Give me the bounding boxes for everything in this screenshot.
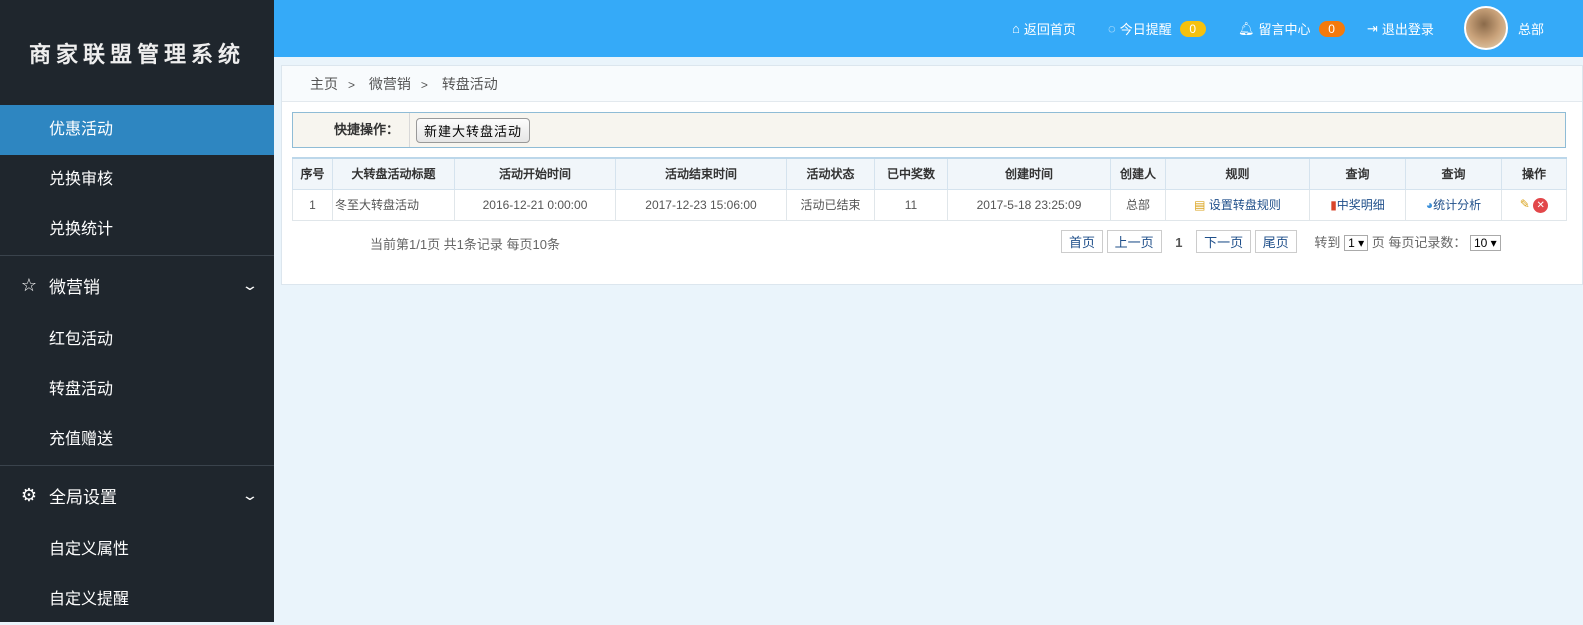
- logout-icon: ⇥: [1367, 20, 1378, 36]
- sidebar-group-marketing[interactable]: ☆ 微营销 ⌄: [0, 255, 274, 315]
- home-icon: ⌂: [1012, 21, 1020, 36]
- avatar[interactable]: [1464, 6, 1508, 50]
- goto-label: 转到: [1314, 235, 1341, 250]
- star-icon: ☆: [20, 275, 38, 295]
- prev-page-button[interactable]: 上一页: [1106, 230, 1162, 253]
- reminders-badge: 0: [1179, 20, 1206, 37]
- table-row: 1 冬至大转盘活动 2016-12-21 0:00:00 2017-12-23 …: [292, 188, 1567, 221]
- bar-chart-icon: ▮: [1330, 198, 1337, 212]
- content-panel: 主页 > 微营销 > 转盘活动 快捷操作： 新建大转盘活动 序号 大转盘活动标题 活…: [281, 65, 1583, 285]
- home-link[interactable]: ⌂ 返回首页: [1012, 0, 1076, 57]
- col-query1: 查询: [1309, 157, 1406, 190]
- activity-table: 序号 大转盘活动标题 活动开始时间 活动结束时间 活动状态 已中奖数 创建时间 …: [292, 157, 1567, 221]
- reminders-link[interactable]: ◌ 今日提醒 0: [1108, 0, 1206, 57]
- col-rule: 规则: [1165, 157, 1310, 190]
- set-rule-link[interactable]: 设置转盘规则: [1209, 198, 1281, 212]
- table-header: 序号 大转盘活动标题 活动开始时间 活动结束时间 活动状态 已中奖数 创建时间 …: [292, 157, 1567, 190]
- per-page-select[interactable]: 10 ▾: [1470, 235, 1501, 251]
- col-actions: 操作: [1501, 157, 1567, 190]
- goto-page-select[interactable]: 1 ▾: [1344, 235, 1369, 251]
- messages-link[interactable]: 🔔︎ 留言中心 0: [1238, 0, 1345, 57]
- sidebar-item-exchange-review[interactable]: 兑换审核: [0, 155, 274, 205]
- messages-label: 留言中心: [1258, 22, 1311, 37]
- delete-icon[interactable]: ✕: [1533, 197, 1549, 213]
- last-page-button[interactable]: 尾页: [1254, 230, 1297, 253]
- sidebar-item-wheel[interactable]: 转盘活动: [0, 365, 274, 415]
- sidebar-item-exchange-stats[interactable]: 兑换统计: [0, 205, 274, 255]
- cell-query1: ▮中奖明细: [1309, 188, 1406, 221]
- sidebar-group-settings[interactable]: ⚙ 全局设置 ⌄: [0, 465, 274, 525]
- cell-rule: ▤ 设置转盘规则: [1165, 188, 1310, 221]
- sidebar-item-recharge[interactable]: 充值赠送: [0, 415, 274, 465]
- group-label: 微营销: [49, 278, 100, 297]
- breadcrumb-marketing[interactable]: 微营销: [369, 76, 411, 92]
- col-query2: 查询: [1405, 157, 1502, 190]
- per-page-label: 每页记录数：: [1388, 235, 1467, 250]
- chat-icon: ◌: [1108, 21, 1116, 36]
- gear-icon: ⚙: [20, 485, 38, 505]
- cell-no: 1: [292, 188, 333, 221]
- sidebar-item-redpacket[interactable]: 红包活动: [0, 315, 274, 365]
- next-page-button[interactable]: 下一页: [1196, 230, 1252, 253]
- cell-status: 活动已结束: [786, 188, 875, 221]
- breadcrumb-current: 转盘活动: [441, 76, 498, 92]
- col-start: 活动开始时间: [454, 157, 616, 190]
- stats-analysis-link[interactable]: 统计分析: [1433, 198, 1481, 212]
- rule-icon: ▤: [1194, 198, 1206, 212]
- col-created: 创建时间: [947, 157, 1111, 190]
- sidebar: 商家联盟管理系统 优惠活动 兑换审核 兑换统计 ☆ 微营销 ⌄ 红包活动 转盘活…: [0, 0, 274, 622]
- col-title: 大转盘活动标题: [332, 157, 455, 190]
- col-no: 序号: [292, 157, 333, 190]
- new-wheel-activity-button[interactable]: 新建大转盘活动: [416, 117, 531, 143]
- sidebar-item-custom-reminder[interactable]: 自定义提醒: [0, 575, 274, 625]
- quick-actions-label: 快捷操作：: [293, 113, 410, 147]
- col-winners: 已中奖数: [874, 157, 948, 190]
- sidebar-item-custom-attr[interactable]: 自定义属性: [0, 525, 274, 575]
- cell-end: 2017-12-23 15:06:00: [615, 188, 787, 221]
- reminders-label: 今日提醒: [1119, 22, 1172, 37]
- app-logo: 商家联盟管理系统: [28, 41, 245, 68]
- messages-badge: 0: [1318, 20, 1345, 37]
- page-unit: 页: [1371, 235, 1385, 250]
- cell-query2: ◕统计分析: [1405, 188, 1502, 221]
- col-end: 活动结束时间: [615, 157, 787, 190]
- logout-link[interactable]: ⇥ 退出登录: [1367, 0, 1434, 57]
- user-name[interactable]: 总部: [1518, 0, 1544, 57]
- current-page: 1: [1175, 235, 1183, 250]
- pagination: 首页 上一页 1 下一页 尾页 转到 1 ▾ 页 每页记录数： 10 ▾: [1061, 230, 1501, 253]
- cell-start: 2016-12-21 0:00:00: [454, 188, 616, 221]
- page-summary: 当前第1/1页 共1条记录 每页10条: [370, 237, 560, 252]
- breadcrumb: 主页 > 微营销 > 转盘活动: [282, 66, 1582, 102]
- col-status: 活动状态: [786, 157, 875, 190]
- cell-title: 冬至大转盘活动: [332, 188, 455, 221]
- top-header: ⌂ 返回首页 ◌ 今日提醒 0 🔔︎ 留言中心 0 ⇥ 退出登录 总部: [274, 0, 1583, 57]
- cell-actions: ✎ ✕: [1501, 188, 1567, 221]
- cell-winners: 11: [874, 188, 948, 221]
- breadcrumb-home[interactable]: 主页: [310, 76, 338, 92]
- edit-icon[interactable]: ✎: [1520, 197, 1530, 211]
- first-page-button[interactable]: 首页: [1061, 230, 1104, 253]
- winners-detail-link[interactable]: 中奖明细: [1337, 198, 1385, 212]
- cell-created: 2017-5-18 23:25:09: [947, 188, 1111, 221]
- quick-actions-bar: 快捷操作： 新建大转盘活动: [292, 112, 1566, 148]
- sidebar-item-discount[interactable]: 优惠活动: [0, 105, 274, 155]
- bell-icon: 🔔︎: [1238, 20, 1255, 36]
- group-label: 全局设置: [49, 488, 117, 507]
- col-creator: 创建人: [1110, 157, 1166, 190]
- logout-label: 退出登录: [1381, 22, 1434, 37]
- chevron-down-icon: ⌄: [241, 277, 259, 293]
- cell-creator: 总部: [1110, 188, 1166, 221]
- home-label: 返回首页: [1023, 22, 1076, 37]
- chevron-down-icon: ⌄: [241, 487, 259, 503]
